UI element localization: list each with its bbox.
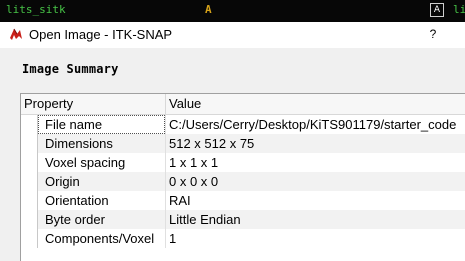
column-header-property[interactable]: Property: [24, 94, 73, 114]
itk-snap-logo-icon: [10, 28, 22, 40]
row-divider: [165, 153, 166, 172]
image-summary-heading: Image Summary: [22, 62, 119, 76]
dialog-title: Open Image - ITK-SNAP: [29, 27, 173, 42]
row-property: Origin: [45, 174, 80, 189]
table-row[interactable]: Origin 0 x 0 x 0: [21, 172, 465, 191]
row-property: Components/Voxel: [45, 231, 155, 246]
terminal-indicator: A: [205, 3, 212, 16]
row-property: Dimensions: [45, 136, 113, 151]
row-divider: [165, 172, 166, 191]
row-value: 1: [169, 231, 177, 246]
row-divider: [165, 191, 166, 210]
row-indent: [21, 191, 38, 210]
terminal-title-left: lits_sitk: [6, 3, 66, 16]
table-row[interactable]: File name C:/Users/Cerry/Desktop/KiTS901…: [21, 115, 465, 134]
table-row[interactable]: Byte order Little Endian: [21, 210, 465, 229]
table-row[interactable]: Components/Voxel 1: [21, 229, 465, 248]
help-button[interactable]: ?: [424, 25, 442, 43]
dialog-titlebar[interactable]: Open Image - ITK-SNAP ?: [0, 22, 465, 48]
row-indent: [21, 134, 38, 153]
row-value: RAI: [169, 193, 191, 208]
row-value: 1 x 1 x 1: [169, 155, 219, 170]
row-property: File name: [45, 117, 103, 132]
row-indent: [21, 115, 38, 134]
row-indent: [21, 210, 38, 229]
row-divider: [165, 134, 166, 153]
column-header-value[interactable]: Value: [169, 94, 201, 114]
column-divider[interactable]: [165, 94, 166, 114]
row-divider: [165, 210, 166, 229]
image-summary-table[interactable]: Property Value File name C:/Users/Cerry/…: [20, 93, 465, 261]
row-value: Little Endian: [169, 212, 241, 227]
row-value: C:/Users/Cerry/Desktop/KiTS901179/starte…: [169, 117, 457, 132]
table-header: Property Value: [21, 94, 465, 115]
terminal-title-right: li: [453, 3, 465, 16]
row-indent: [21, 229, 38, 248]
table-row[interactable]: Dimensions 512 x 512 x 75: [21, 134, 465, 153]
row-indent: [21, 153, 38, 172]
row-property: Voxel spacing: [45, 155, 126, 170]
background-terminal-bar: lits_sitk A A li: [0, 0, 465, 22]
row-indent: [21, 172, 38, 191]
row-property: Orientation: [45, 193, 109, 208]
row-divider: [165, 229, 166, 248]
table-row[interactable]: Orientation RAI: [21, 191, 465, 210]
row-value: 0 x 0 x 0: [169, 174, 219, 189]
row-property: Byte order: [45, 212, 105, 227]
keyboard-layout-icon[interactable]: A: [430, 3, 444, 17]
open-image-dialog: Open Image - ITK-SNAP ? Image Summary Pr…: [0, 22, 465, 261]
table-row[interactable]: Voxel spacing 1 x 1 x 1: [21, 153, 465, 172]
row-divider: [165, 115, 166, 134]
row-value: 512 x 512 x 75: [169, 136, 255, 151]
